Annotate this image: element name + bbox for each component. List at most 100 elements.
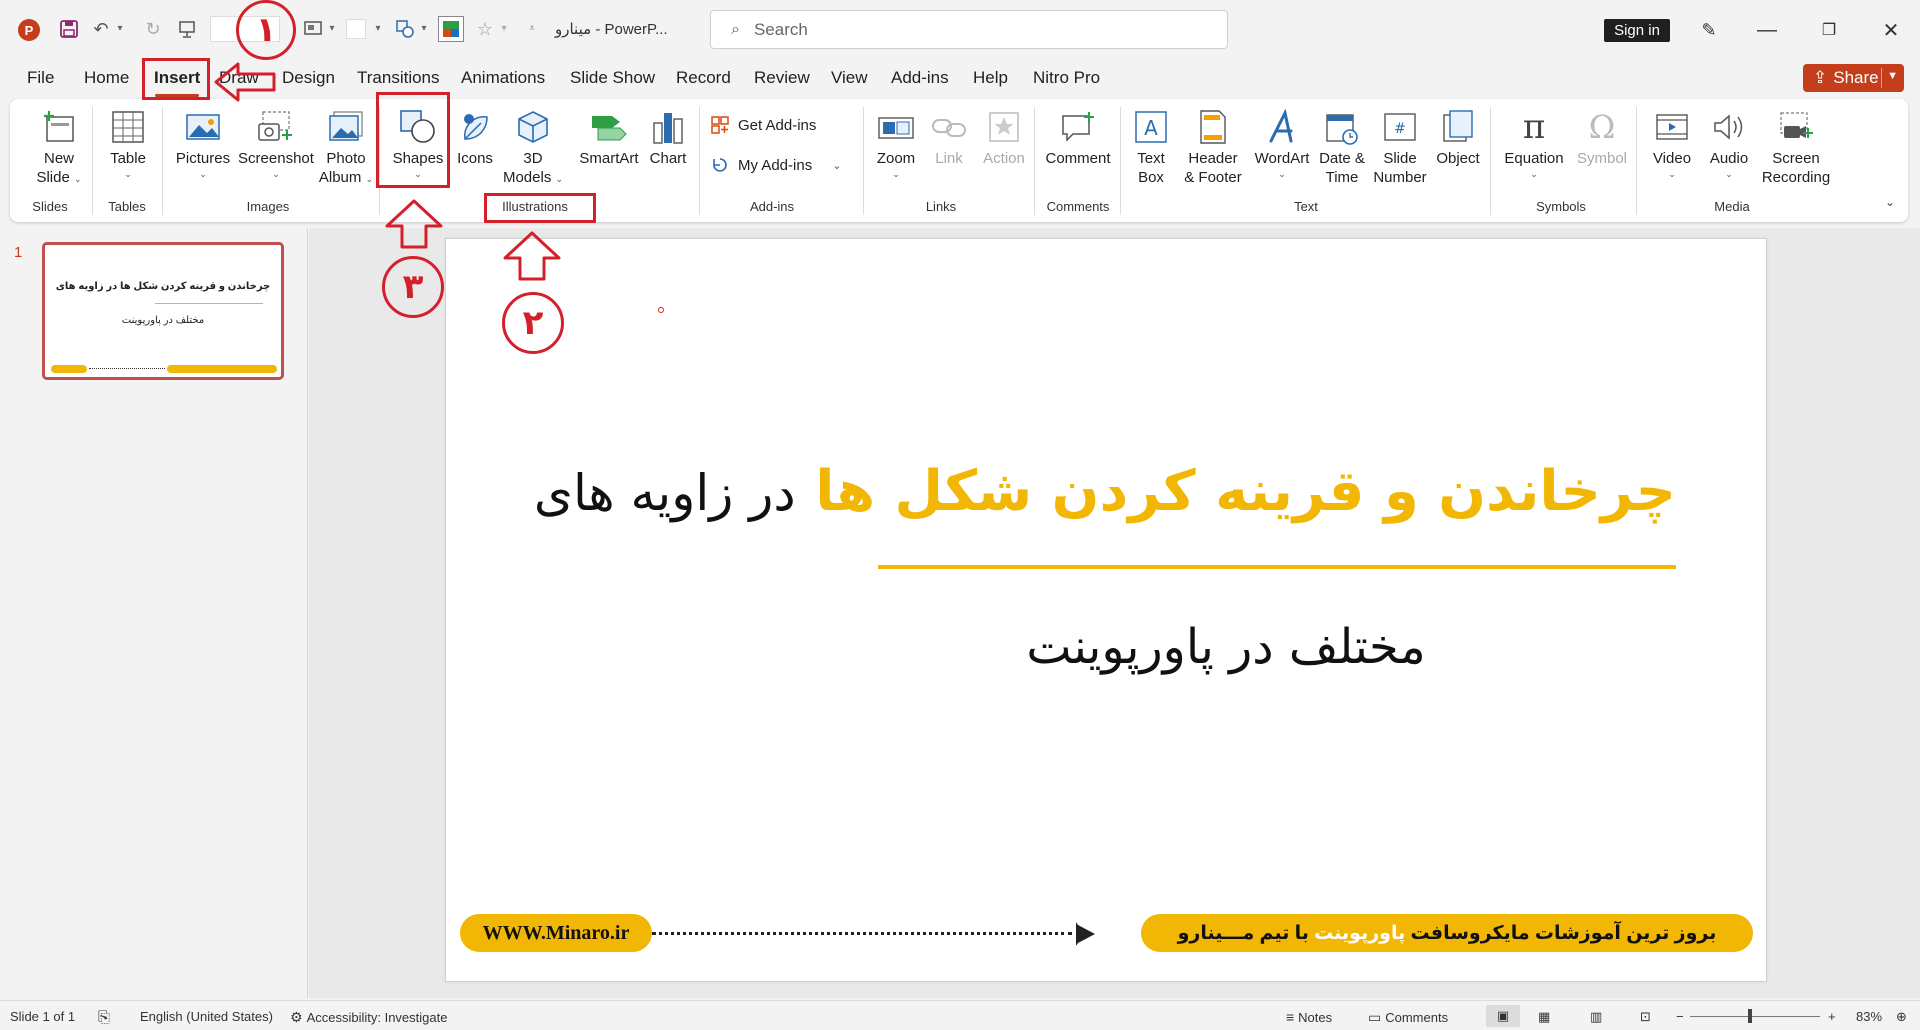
- share-divider: [1881, 68, 1882, 88]
- accessibility-status[interactable]: ⚙ Accessibility: Investigate: [290, 1009, 447, 1026]
- fill-color-icon[interactable]: [438, 16, 464, 42]
- spellcheck-icon[interactable]: ⎘: [98, 1009, 110, 1026]
- sign-in-button[interactable]: Sign in: [1604, 19, 1670, 42]
- slide-sorter-icon[interactable]: ▦: [1538, 1009, 1550, 1025]
- slide-subtitle[interactable]: مختلف در پاورپوینت: [446, 619, 1766, 675]
- zoom-button[interactable]: Zoom ⌄: [868, 107, 924, 180]
- header-footer-button[interactable]: Header & Footer: [1178, 107, 1248, 187]
- zoom-slider[interactable]: [1690, 1016, 1820, 1017]
- tab-record[interactable]: Record: [676, 68, 731, 94]
- zoom-in-icon[interactable]: +: [1828, 1009, 1836, 1024]
- screen-recording-button[interactable]: Screen Recording: [1756, 107, 1836, 187]
- search-icon: ⌕: [731, 20, 740, 38]
- symbol-icon: Ω: [1588, 107, 1616, 146]
- shapes-caret-icon[interactable]: ▾: [418, 18, 430, 38]
- tab-nitro-pro[interactable]: Nitro Pro: [1033, 68, 1100, 94]
- link-button[interactable]: Link: [924, 107, 974, 168]
- get-addins-button[interactable]: Get Add-ins: [710, 115, 816, 135]
- accessibility-icon: ⚙: [290, 1009, 303, 1025]
- group-label-links: Links: [925, 199, 957, 214]
- pictures-icon: [184, 107, 222, 147]
- my-addins-button[interactable]: My Add-ins ⌄: [710, 155, 841, 175]
- date-time-button[interactable]: Date & Time: [1314, 107, 1370, 187]
- tab-help[interactable]: Help: [973, 68, 1008, 94]
- object-button[interactable]: Object: [1430, 107, 1486, 168]
- group-divider: [699, 107, 700, 215]
- screenshot-caret-icon: ⌄: [272, 169, 280, 179]
- close-icon[interactable]: ✕: [1868, 14, 1914, 46]
- search-placeholder: Search: [753, 19, 808, 39]
- new-slide-button[interactable]: New Slide ⌄: [24, 107, 94, 187]
- swatch-caret-icon[interactable]: ▾: [372, 18, 384, 38]
- tab-addins[interactable]: Add-ins: [891, 68, 949, 94]
- table-button[interactable]: Table ⌄: [98, 107, 158, 180]
- tab-file[interactable]: File: [27, 68, 54, 94]
- layout-icon[interactable]: [300, 16, 326, 42]
- reading-view-icon[interactable]: ▥: [1590, 1009, 1602, 1025]
- 3d-models-button[interactable]: 3D Models ⌄: [503, 107, 563, 187]
- smartart-button[interactable]: SmartArt: [566, 107, 652, 168]
- favorites-caret-icon[interactable]: ▾: [498, 18, 510, 38]
- tab-design[interactable]: Design: [282, 68, 335, 94]
- pictures-button[interactable]: Pictures ⌄: [170, 107, 236, 180]
- search-input[interactable]: ⌕ Search: [710, 10, 1228, 49]
- zoom-caret-icon: ⌄: [892, 169, 900, 179]
- my-addins-caret-icon[interactable]: ⌄: [832, 159, 841, 172]
- icons-label: Icons: [457, 150, 493, 167]
- equation-button[interactable]: π Equation ⌄: [1498, 107, 1570, 180]
- header-footer-label-1: Header: [1188, 150, 1238, 167]
- video-button[interactable]: Video ⌄: [1644, 107, 1700, 180]
- wordart-button[interactable]: WordArt ⌄: [1250, 107, 1314, 180]
- audio-button[interactable]: Audio ⌄: [1702, 107, 1756, 180]
- slide-number-button[interactable]: # Slide Number: [1372, 107, 1428, 187]
- screenshot-button[interactable]: Screenshot ⌄: [236, 107, 316, 180]
- tab-animations[interactable]: Animations: [461, 68, 545, 94]
- tab-transitions[interactable]: Transitions: [357, 68, 440, 94]
- favorites-icon[interactable]: ☆: [472, 16, 498, 42]
- notes-button[interactable]: ≡ Notes: [1286, 1009, 1332, 1025]
- share-button[interactable]: ⇪ Share ▼: [1803, 64, 1904, 92]
- tab-review[interactable]: Review: [754, 68, 810, 94]
- fit-to-window-icon[interactable]: ⊕: [1896, 1009, 1907, 1025]
- zoom-level[interactable]: 83%: [1856, 1009, 1882, 1024]
- minimize-icon[interactable]: —: [1744, 14, 1790, 46]
- restore-icon[interactable]: ❐: [1806, 14, 1852, 46]
- tab-slide-show[interactable]: Slide Show: [570, 68, 655, 94]
- slide-thumbnail[interactable]: چرخاندن و قرینه کردن شکل ها در زاویه های…: [42, 242, 284, 380]
- icons-button[interactable]: Icons: [450, 107, 500, 168]
- layout-caret-icon[interactable]: ▾: [326, 18, 338, 38]
- save-icon[interactable]: [56, 16, 82, 42]
- comments-button[interactable]: ▭ Comments: [1368, 1009, 1448, 1026]
- collapse-ribbon-icon[interactable]: ⌄: [1885, 195, 1895, 209]
- photo-album-button[interactable]: Photo Album ⌄: [310, 107, 382, 187]
- customize-toolbar-icon[interactable]: ⩡: [526, 18, 538, 38]
- thumbnail-footer-right: [167, 365, 277, 373]
- slide-canvas[interactable]: چرخاندن و قرینه کردن شکل ها در زاویه های…: [445, 238, 1767, 982]
- redo-icon[interactable]: ↻: [140, 16, 166, 42]
- get-addins-label: Get Add-ins: [738, 116, 817, 134]
- slide-title[interactable]: چرخاندن و قرینه کردن شکل ها در زاویه های: [446, 459, 1676, 524]
- pen-icon[interactable]: ✎: [1686, 14, 1732, 46]
- tab-home[interactable]: Home: [84, 68, 129, 94]
- share-caret-icon[interactable]: ▼: [1887, 70, 1898, 82]
- normal-view-icon[interactable]: ▣: [1486, 1005, 1520, 1027]
- present-icon[interactable]: [174, 16, 200, 42]
- undo-icon[interactable]: ↶: [88, 16, 114, 42]
- zoom-out-icon[interactable]: −: [1676, 1009, 1684, 1024]
- comment-button[interactable]: Comment: [1040, 107, 1116, 168]
- symbol-button[interactable]: Ω Symbol: [1572, 107, 1632, 168]
- slideshow-view-icon[interactable]: ⊡: [1640, 1009, 1651, 1025]
- footer-tagline-part1: بروز ترین آموزشات مایکروسافت: [1410, 922, 1717, 944]
- color-swatch[interactable]: [346, 19, 366, 39]
- tab-view[interactable]: View: [831, 68, 868, 94]
- photo-album-label-1: Photo: [326, 150, 366, 167]
- thumbnail-divider: [155, 303, 263, 304]
- annotation-arrow-up-icon: [385, 199, 443, 249]
- action-button[interactable]: Action: [976, 107, 1032, 168]
- text-box-button[interactable]: A Text Box: [1126, 107, 1176, 187]
- zoom-slider-thumb[interactable]: [1748, 1009, 1752, 1023]
- chart-button[interactable]: Chart: [642, 107, 694, 168]
- shapes-icon[interactable]: [392, 16, 418, 42]
- language-status[interactable]: English (United States): [140, 1009, 273, 1024]
- undo-caret-icon[interactable]: ▾: [114, 18, 126, 38]
